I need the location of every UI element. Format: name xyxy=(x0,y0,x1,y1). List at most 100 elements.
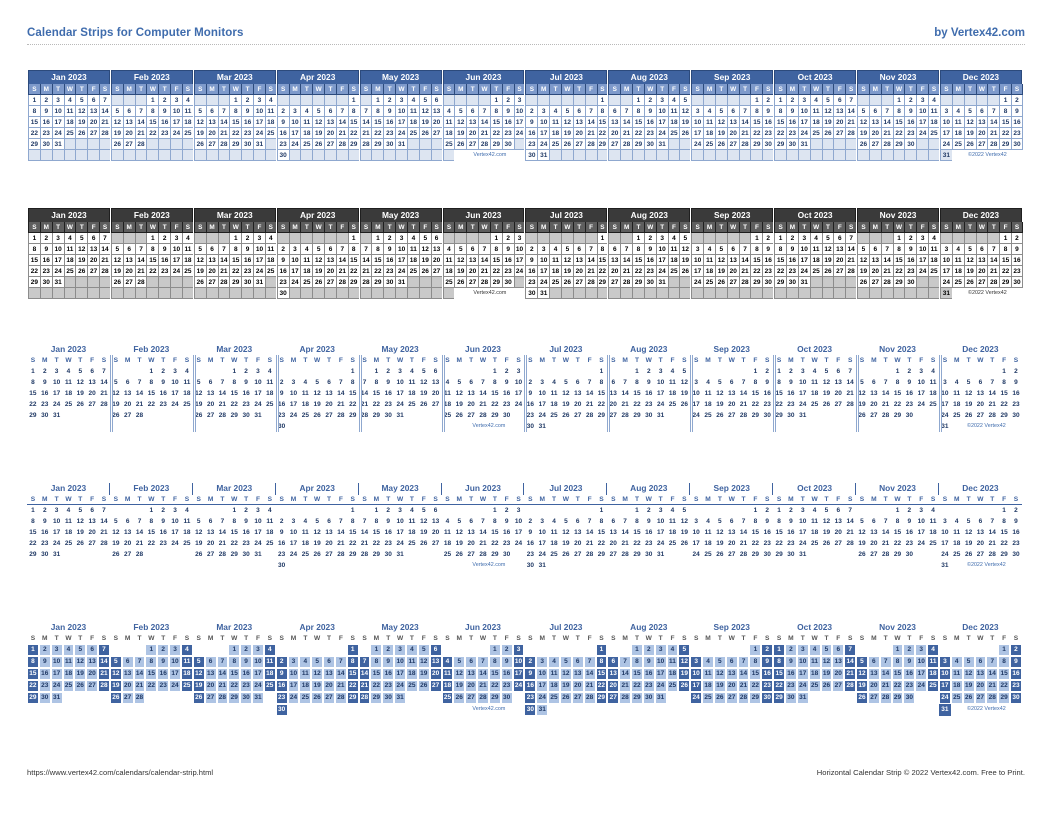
day-cell: 26 xyxy=(857,277,869,288)
day-cell-empty xyxy=(714,288,727,299)
weekday-label: W xyxy=(396,635,404,642)
day-cell: 6 xyxy=(833,95,846,106)
week-row: 7 8 9 10 11 12 13 xyxy=(359,106,443,117)
day-cell-empty xyxy=(370,560,382,571)
day-cell-empty xyxy=(915,410,927,421)
week-row: 23 24 25 26 27 28 29 xyxy=(275,692,359,704)
day-cell: 25 xyxy=(266,540,274,547)
weekday-label: F xyxy=(998,494,1011,505)
day-cell: 16 xyxy=(645,529,653,536)
day-cell: 3 xyxy=(51,95,64,106)
day-cell: 2 xyxy=(785,644,797,656)
weekday-label: M xyxy=(373,357,380,364)
day-cell: 22 xyxy=(146,266,159,277)
week-row: 19 20 21 22 23 24 25 xyxy=(192,680,276,692)
day-cell: 12 xyxy=(714,117,727,128)
day-cell: 5 xyxy=(75,95,88,106)
week-row: 26 27 28 29 30 31 xyxy=(193,549,276,560)
day-cell: 3 xyxy=(694,379,698,386)
day-cell: 20 xyxy=(124,540,132,547)
day-cell-empty xyxy=(205,233,218,244)
day-cell-empty xyxy=(857,95,869,106)
week-row: 9 10 11 12 13 14 15 xyxy=(276,388,359,399)
day-cell: 14 xyxy=(844,656,857,668)
footer-url[interactable]: https://www.vertex42.com/calendars/calen… xyxy=(27,768,213,777)
day-cell: 18 xyxy=(703,128,715,139)
day-cell: 26 xyxy=(559,692,572,704)
day-cell: 15 xyxy=(372,390,380,397)
day-cell: 13 xyxy=(976,529,985,536)
weekday-label: T xyxy=(386,357,391,364)
day-cell-empty xyxy=(833,277,846,288)
week-row: 22 23 24 25 26 27 28 xyxy=(773,399,856,410)
weekday-label: W xyxy=(728,635,735,642)
week-row: 9 10 11 12 13 14 15 xyxy=(524,668,608,680)
day-cell: 8 xyxy=(635,518,639,525)
day-cell: 18 xyxy=(406,668,418,680)
day-cell-empty xyxy=(193,505,205,516)
week-row: 27 28 29 30 31 xyxy=(607,410,690,421)
day-cell: 16 xyxy=(241,117,254,128)
day-cell-empty xyxy=(335,421,347,432)
month-title: Oct 2023 xyxy=(797,622,833,632)
month-title: Sep 2023 xyxy=(691,208,774,222)
weekday-label: M xyxy=(453,494,466,505)
day-cell: 12 xyxy=(822,518,831,525)
day-cell: 30 xyxy=(526,562,534,569)
weekday-label: F xyxy=(335,84,348,95)
day-cell-empty xyxy=(406,549,418,560)
day-cell: 9 xyxy=(382,656,395,668)
week-row: 22 23 24 25 26 27 28 xyxy=(773,680,857,692)
day-cell: 17 xyxy=(941,540,949,547)
day-cell: 20 xyxy=(88,529,96,536)
day-cell-empty xyxy=(323,366,335,377)
day-cell: 2 xyxy=(158,233,171,244)
day-cell-empty xyxy=(324,233,336,244)
week-row xyxy=(690,704,774,716)
day-cell: 4 xyxy=(445,518,450,525)
day-cell-empty xyxy=(169,704,181,716)
day-cell-empty xyxy=(832,421,844,432)
day-cell: 2 xyxy=(161,368,166,375)
weekday-label: M xyxy=(39,222,52,233)
week-row: 12345 xyxy=(608,233,692,244)
weekday-label: S xyxy=(98,494,110,505)
day-cell: 16 xyxy=(501,255,514,266)
day-cell: 15 xyxy=(1000,390,1008,397)
weekday-label: W xyxy=(974,494,987,505)
day-cell-empty xyxy=(785,560,797,571)
month-block-january: Jan 2023 S M T W T F S 1 2 3 4 5 6 7 8 9 10 11 12 13 14 15 16 17… xyxy=(27,70,111,161)
day-cell-empty xyxy=(975,233,988,244)
day-cell-empty xyxy=(429,692,442,704)
day-cell-empty xyxy=(311,421,323,432)
day-cell-empty xyxy=(821,410,833,421)
day-cell-empty xyxy=(536,644,549,656)
day-cell: 6 xyxy=(466,244,479,255)
week-row: 1234567 xyxy=(774,95,858,106)
day-cell-empty xyxy=(205,421,217,432)
day-cell: 4 xyxy=(63,233,76,244)
day-cell: 20 xyxy=(974,680,987,692)
week-row xyxy=(690,560,773,571)
weekday-label: T xyxy=(880,222,893,233)
day-cell: 29 xyxy=(372,412,380,419)
week-row: 16 17 18 19 20 21 22 xyxy=(524,538,607,549)
week-row: 4 5 6 7 8 9 10 xyxy=(442,244,526,255)
day-cell: 11 xyxy=(929,379,937,386)
day-cell: 1 xyxy=(895,507,900,514)
day-cell-empty xyxy=(465,644,478,656)
day-cell-empty xyxy=(939,233,952,244)
day-cell: 2 xyxy=(383,95,396,106)
day-cell: 6 xyxy=(725,656,738,668)
day-cell: 11 xyxy=(63,244,76,255)
day-cell: 15 xyxy=(488,668,501,680)
weekday-header-row: SMTWTFS xyxy=(110,633,193,644)
day-cell: 26 xyxy=(453,692,466,704)
weekday-label: F xyxy=(87,84,100,95)
day-cell: 3 xyxy=(658,507,663,514)
weekday-label: M xyxy=(622,357,628,364)
day-cell: 12 xyxy=(193,117,206,128)
day-cell: 9 xyxy=(383,106,396,117)
day-cell: 29 xyxy=(749,692,762,704)
day-cell: 25 xyxy=(950,692,963,704)
